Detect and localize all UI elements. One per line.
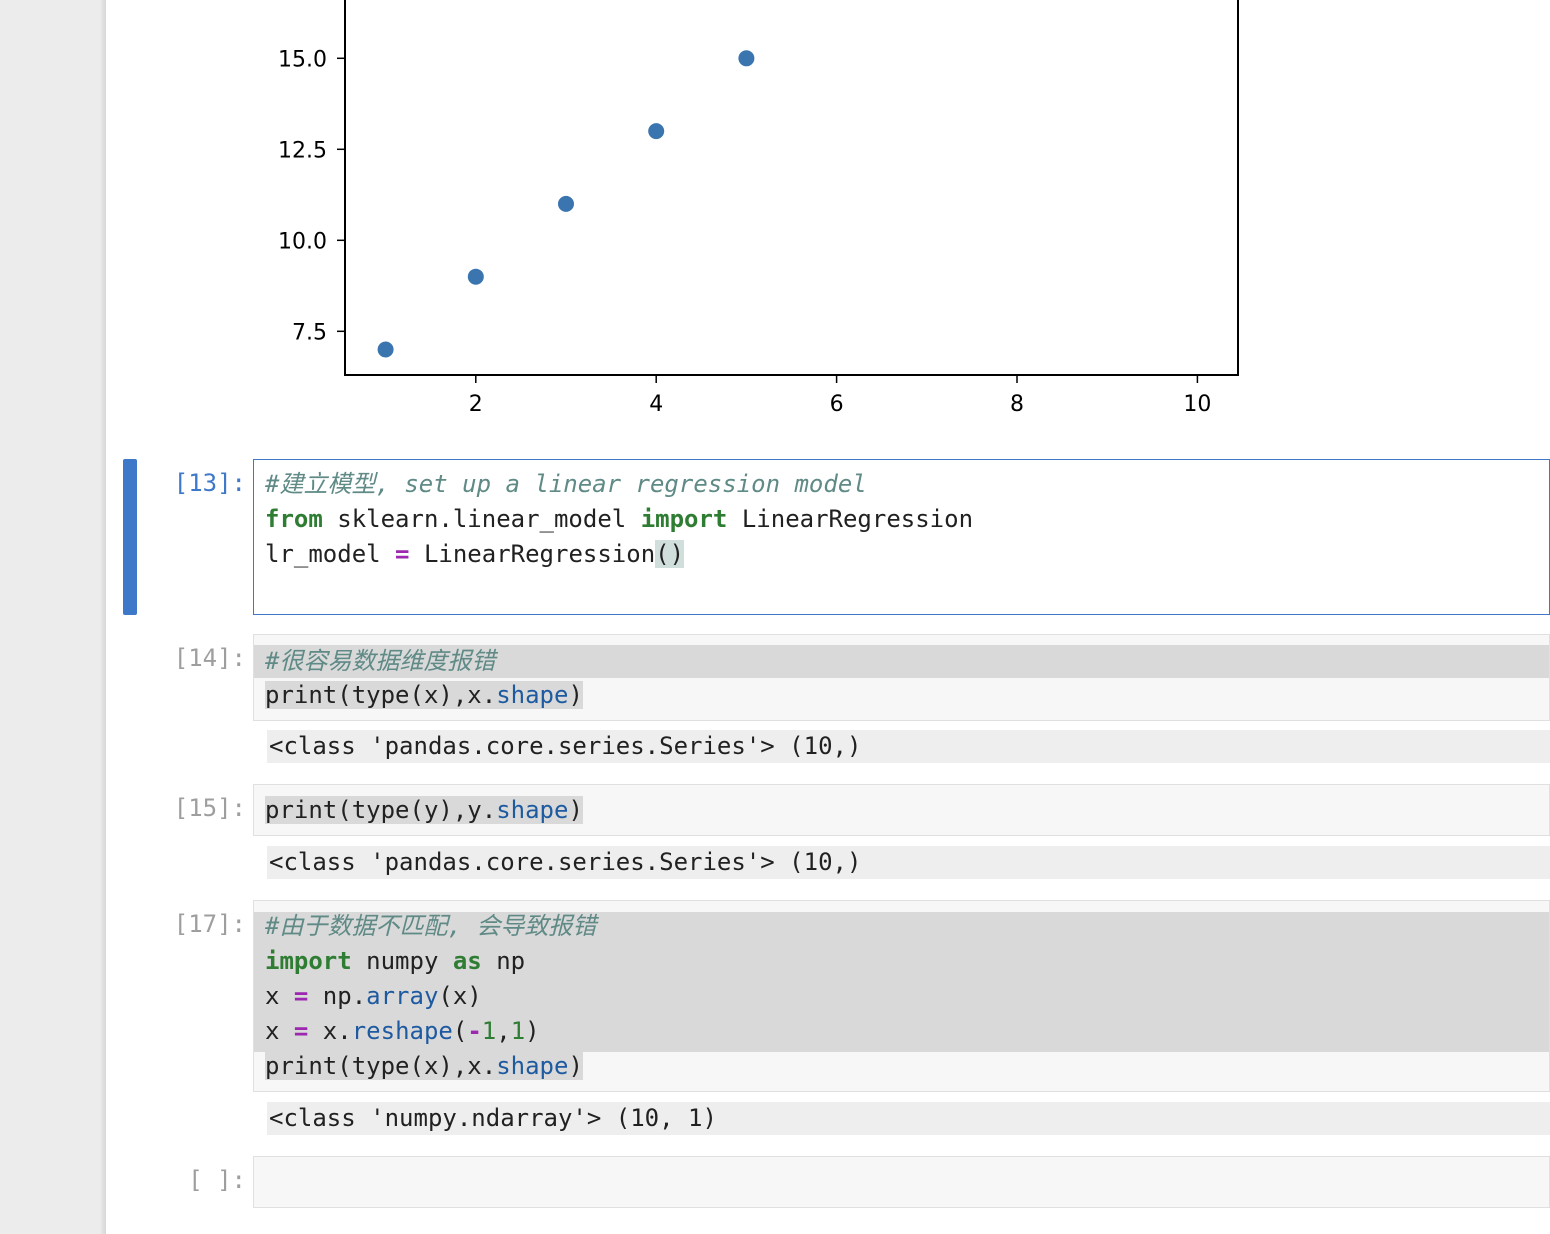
close-paren: ) [568,1052,583,1080]
code-cell-17[interactable]: #由于数据不匹配, 会导致报错 import numpy as np x = n… [253,900,1550,1092]
code-line-print: print(type(y),y.shape) [265,793,583,828]
code-line-reshape: x = x.reshape(-1,1) [265,1014,540,1049]
code-line-import: from sklearn.linear_model import LinearR… [265,502,973,537]
close-paren: ) [568,681,583,709]
scatter-plot-output: 2 4 6 8 10 7.5 10.0 12.5 15.0 [106,0,1550,440]
close-paren: ) [525,1017,540,1045]
cell-output-15: <class 'pandas.core.series.Series'> (10,… [267,846,1550,879]
print-call: print(type(x),x. [265,1052,497,1080]
module-name: sklearn.linear_model [322,505,641,533]
code-line-print: print(type(x),x.shape) [265,678,583,713]
alias-name: np [481,947,526,975]
open-paren: ( [452,1017,468,1045]
variable-name: lr_model [265,540,396,568]
code-cell-13[interactable]: #建立模型, set up a linear regression model … [253,459,1550,615]
number-literal: 1 [481,1017,497,1045]
module-name: numpy [351,947,453,975]
cell-prompt-17: [17]: [173,910,246,938]
import-name: LinearRegression [727,505,974,533]
notebook-panel: 2 4 6 8 10 7.5 10.0 12.5 15.0 [13]: #建立模型, set … [106,0,1550,1234]
cell-output-14: <class 'pandas.core.series.Series'> (10,… [267,730,1550,763]
number-literal: 1 [510,1017,526,1045]
attribute-shape: shape [496,681,569,709]
close-paren: ) [568,796,583,824]
call-args: (x) [438,982,482,1010]
cell-prompt-13: [13]: [173,469,246,497]
scatter-point [467,268,484,285]
keyword-as: as [452,947,482,975]
left-sidebar-gutter [0,0,104,1234]
code-line-array: x = np.array(x) [265,979,482,1014]
x-tick-label: 2 [469,392,483,417]
code-line-assign: lr_model = LinearRegression() [265,537,685,572]
object-ref: x. [308,1017,352,1045]
function-call: LinearRegression [409,540,656,568]
code-comment: #很容易数据维度报错 [265,647,496,675]
x-tick-label: 8 [1010,392,1024,417]
scatter-point [377,341,394,358]
y-tick-label: 7.5 [292,320,327,345]
x-tick-label: 4 [649,392,663,417]
y-tick-label: 15.0 [278,47,327,72]
cell-prompt-14: [14]: [173,644,246,672]
x-tick-label: 6 [830,392,844,417]
code-line-print: print(type(x),x.shape) [265,1049,583,1084]
operator: = [395,540,410,568]
keyword-import: import [265,947,352,975]
code-comment: #由于数据不匹配, 会导致报错 [265,912,597,940]
print-call: print(type(x),x. [265,681,497,709]
cell-prompt-15: [15]: [173,794,246,822]
code-line-comment: #建立模型, set up a linear regression model [265,467,867,502]
operator: = [293,1017,309,1045]
code-cell-empty[interactable] [253,1156,1550,1208]
attribute-reshape: reshape [351,1017,453,1045]
active-cell-indicator [123,459,137,615]
scatter-point [738,50,755,67]
code-line-import: import numpy as np [265,944,525,979]
y-tick-label: 12.5 [278,138,327,163]
comma: , [496,1017,511,1045]
cell-output-17: <class 'numpy.ndarray'> (10, 1) [267,1102,1550,1135]
plot-frame [344,0,1239,376]
code-cell-15[interactable]: print(type(y),y.shape) [253,784,1550,836]
keyword-from: from [265,505,323,533]
keyword-import: import [640,505,728,533]
negative-sign: - [467,1017,482,1045]
attribute-shape: shape [496,796,569,824]
code-line-comment: #很容易数据维度报错 [265,644,495,679]
scatter-point [557,195,574,212]
variable-name: x [265,982,294,1010]
object-ref: np. [308,982,367,1010]
code-cell-14[interactable]: #很容易数据维度报错 print(type(x),x.shape) [253,634,1550,721]
variable-name: x [265,1017,294,1045]
attribute-shape: shape [496,1052,569,1080]
attribute-array: array [366,982,439,1010]
scatter-point [648,123,665,140]
cell-prompt-empty: [ ]: [188,1166,246,1194]
code-comment: #建立模型, set up a linear regression model [265,470,867,498]
code-line-comment: #由于数据不匹配, 会导致报错 [265,909,596,944]
y-tick-label: 10.0 [278,229,327,254]
matched-parens: () [655,540,685,568]
operator: = [293,982,309,1010]
scatter-plot: 2 4 6 8 10 7.5 10.0 12.5 15.0 [278,0,1239,417]
print-call: print(type(y),y. [265,796,497,824]
x-tick-label: 10 [1183,392,1211,417]
